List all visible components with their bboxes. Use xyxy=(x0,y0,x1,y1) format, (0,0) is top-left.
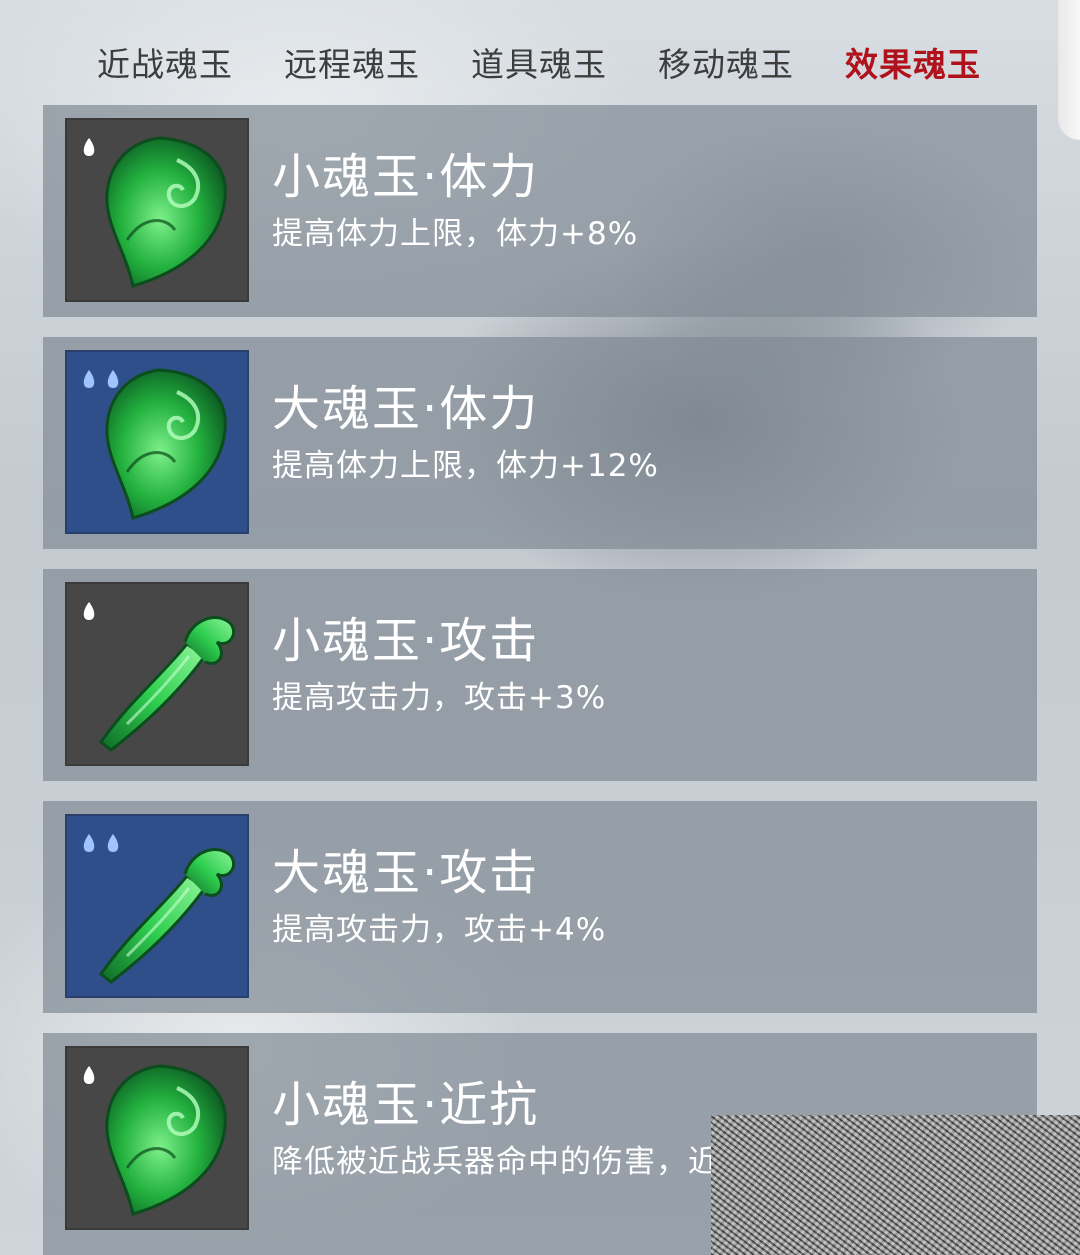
jade-shield-icon xyxy=(65,1046,249,1230)
jade-blade-icon xyxy=(65,582,249,766)
jade-shield-icon xyxy=(65,118,249,302)
item-name: 大魂玉·攻击 xyxy=(272,845,540,901)
item-name: 小魂玉·攻击 xyxy=(272,613,540,669)
drop-icon xyxy=(83,834,95,852)
list-item[interactable]: 小魂玉·体力 提高体力上限，体力+8% xyxy=(43,105,1037,317)
jade-shield-icon xyxy=(65,350,249,534)
jade-blade-icon xyxy=(65,814,249,998)
list-item[interactable]: 大魂玉·体力 提高体力上限，体力+12% xyxy=(43,337,1037,549)
drop-icon xyxy=(83,1066,95,1084)
scroll-edge xyxy=(1058,0,1080,140)
drop-icon xyxy=(107,834,119,852)
drop-icon xyxy=(83,370,95,388)
list-item[interactable]: 大魂玉·攻击 提高攻击力，攻击+4% xyxy=(43,801,1037,1013)
item-name: 小魂玉·体力 xyxy=(272,149,540,205)
list-item[interactable]: 小魂玉·攻击 提高攻击力，攻击+3% xyxy=(43,569,1037,781)
tab-effect[interactable]: 效果魂玉 xyxy=(845,38,981,88)
drop-icon xyxy=(83,602,95,620)
item-desc: 提高攻击力，攻击+3% xyxy=(272,680,607,716)
jade-shield-icon xyxy=(83,368,227,520)
drop-icon xyxy=(107,370,119,388)
tab-movement[interactable]: 移动魂玉 xyxy=(658,38,794,88)
item-desc: 提高体力上限，体力+12% xyxy=(272,448,659,484)
tab-item[interactable]: 道具魂玉 xyxy=(471,38,607,88)
drop-icon xyxy=(83,138,95,156)
item-name: 大魂玉·体力 xyxy=(272,381,540,437)
watermark-noise xyxy=(711,1115,1080,1255)
jade-shield-icon xyxy=(83,136,227,288)
tab-melee[interactable]: 近战魂玉 xyxy=(97,38,233,88)
category-tabs: 近战魂玉 远程魂玉 道具魂玉 移动魂玉 效果魂玉 xyxy=(97,38,997,88)
item-desc: 提高攻击力，攻击+4% xyxy=(272,912,607,948)
item-desc: 提高体力上限，体力+8% xyxy=(272,216,639,252)
tab-ranged[interactable]: 远程魂玉 xyxy=(284,38,420,88)
jade-blade-icon xyxy=(83,602,236,752)
item-name: 小魂玉·近抗 xyxy=(272,1077,540,1133)
jade-blade-icon xyxy=(83,834,236,984)
jade-shield-icon xyxy=(83,1064,227,1216)
